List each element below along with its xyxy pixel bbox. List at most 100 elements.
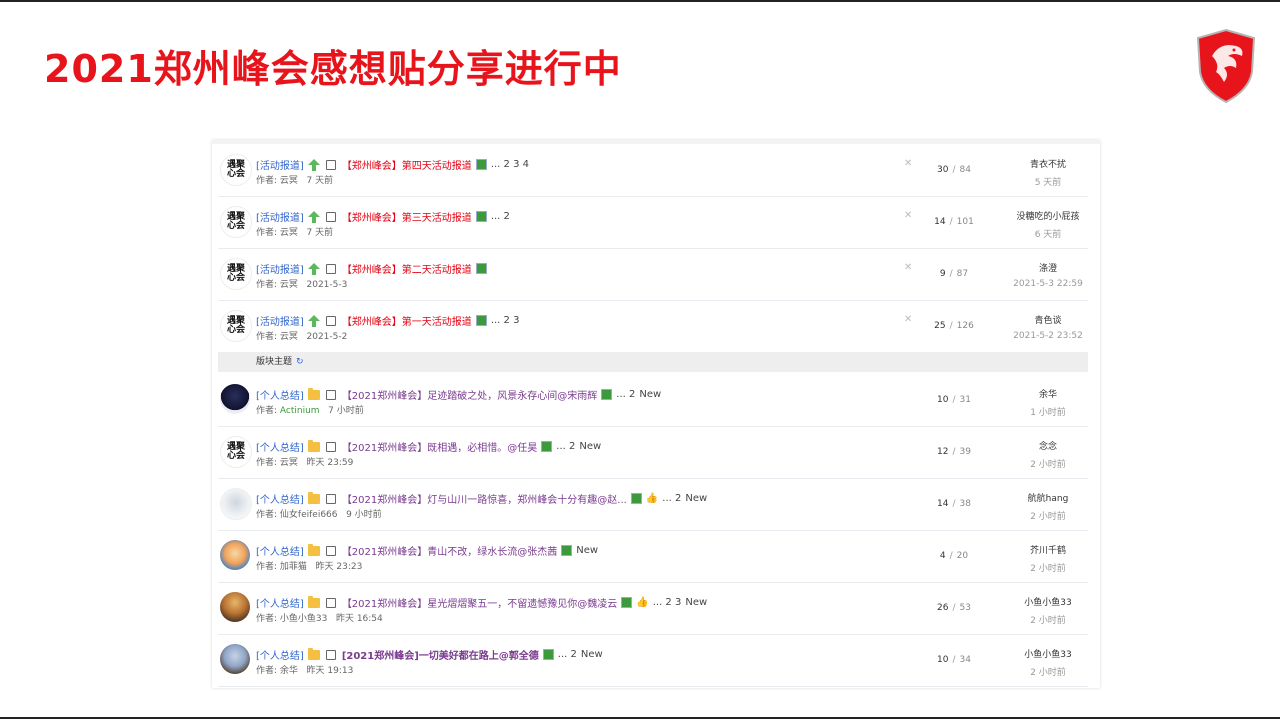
- thread-author[interactable]: 云冥: [280, 458, 298, 468]
- last-post-user[interactable]: 小鱼小鱼33: [1024, 650, 1071, 660]
- thread-row[interactable]: [个人总结] 【2021郑州峰会】青山不改，绿水长流@张杰茜 New 作者: 加…: [218, 530, 1088, 583]
- last-post-time[interactable]: 2 小时前: [998, 561, 1098, 574]
- thread-row[interactable]: 遇聚 心会 [个人总结] 【2021郑州峰会】既相遇，必相惜。@任昊 ... 2 …: [218, 426, 1088, 479]
- thread-title[interactable]: 【2021郑州峰会】青山不改，绿水长流@张杰茜: [342, 543, 557, 558]
- thread-row[interactable]: [个人总结] [2021郑州峰会]一切美好都在路上@郭全德 ... 2 New …: [218, 634, 1088, 687]
- view-count: 31: [959, 395, 971, 405]
- thread-author[interactable]: 作者: 云冥: [256, 280, 298, 290]
- sticky-thread-row[interactable]: 遇聚 心会 [活动报道] 【郑州峰会】第二天活动报道 作者: 云冥 2021-5-…: [218, 248, 1088, 301]
- checkbox[interactable]: [325, 545, 336, 556]
- thread-category[interactable]: [个人总结]: [256, 491, 304, 506]
- avatar[interactable]: 遇聚 心会: [220, 258, 252, 290]
- page-links[interactable]: ... 2: [558, 649, 577, 660]
- avatar[interactable]: 遇聚 心会: [220, 206, 252, 238]
- thread-title[interactable]: [2021郑州峰会]一切美好都在路上@郭全德: [342, 647, 539, 662]
- page-links[interactable]: ... 2 3 4: [491, 159, 529, 170]
- thread-author[interactable]: 加菲猫: [280, 562, 307, 572]
- avatar[interactable]: 遇聚 心会: [220, 436, 252, 468]
- sticky-thread-row[interactable]: 遇聚 心会 [活动报道] 【郑州峰会】第三天活动报道 ... 2 作者: 云冥 7…: [218, 196, 1088, 249]
- last-post-user[interactable]: 没糖吃的小屁孩: [1016, 212, 1079, 222]
- page-links[interactable]: ... 2: [491, 211, 510, 222]
- thread-title[interactable]: 【2021郑州峰会】灯与山川一路惊喜，郑州峰会十分有趣@赵...: [342, 491, 627, 506]
- thread-title[interactable]: 【郑州峰会】第三天活动报道: [342, 209, 472, 224]
- thread-title[interactable]: 【2021郑州峰会】足迹踏破之处，风景永存心间@宋雨辉: [342, 387, 597, 402]
- last-post-time[interactable]: 2 小时前: [998, 665, 1098, 678]
- close-icon[interactable]: ✕: [904, 314, 912, 325]
- thread-title[interactable]: 【郑州峰会】第二天活动报道: [342, 261, 472, 276]
- page-links[interactable]: ... 2 3: [653, 597, 682, 608]
- last-post-user[interactable]: 涤澄: [1039, 264, 1057, 274]
- sticky-thread-row[interactable]: 遇聚 心会 [活动报道] 【郑州峰会】第一天活动报道 ... 2 3 作者: 云冥…: [218, 300, 1088, 353]
- thread-author[interactable]: 作者: 云冥: [256, 228, 298, 238]
- last-post-time[interactable]: 2 小时前: [998, 457, 1098, 470]
- checkbox[interactable]: [325, 649, 336, 660]
- thread-author[interactable]: 余华: [280, 666, 298, 676]
- thread-category[interactable]: [活动报道]: [256, 261, 304, 276]
- reply-count: 4: [939, 551, 946, 561]
- avatar[interactable]: [220, 592, 250, 622]
- avatar[interactable]: [220, 384, 250, 414]
- thread-category[interactable]: [个人总结]: [256, 595, 304, 610]
- thread-category[interactable]: [个人总结]: [256, 387, 304, 402]
- last-post-time[interactable]: 2021-5-3 22:59: [998, 279, 1098, 289]
- avatar[interactable]: 遇聚 心会: [220, 154, 252, 186]
- reply-count: 10: [937, 395, 949, 405]
- last-post-time[interactable]: 2021-5-2 23:52: [998, 331, 1098, 341]
- last-post-user[interactable]: 余华: [1039, 390, 1057, 400]
- close-icon[interactable]: ✕: [904, 158, 912, 169]
- last-post-time[interactable]: 2 小时前: [998, 509, 1098, 522]
- thread-row[interactable]: [个人总结] 【2021郑州峰会】灯与山川一路惊喜，郑州峰会十分有趣@赵... …: [218, 478, 1088, 531]
- thread-category[interactable]: [活动报道]: [256, 313, 304, 328]
- last-post-user[interactable]: 青色谈: [1034, 316, 1061, 326]
- checkbox[interactable]: [325, 493, 336, 504]
- thread-author[interactable]: 作者: 云冥: [256, 332, 298, 342]
- checkbox[interactable]: [325, 211, 336, 222]
- avatar[interactable]: 遇聚 心会: [220, 310, 252, 342]
- checkbox[interactable]: [325, 597, 336, 608]
- thumbs-up-icon: 👍: [645, 493, 659, 504]
- avatar[interactable]: [220, 488, 252, 520]
- checkbox[interactable]: [325, 441, 336, 452]
- last-post-user[interactable]: 念念: [1039, 442, 1057, 452]
- checkbox[interactable]: [325, 389, 336, 400]
- last-post-time[interactable]: 5 天前: [998, 175, 1098, 188]
- refresh-icon[interactable]: ↻: [296, 357, 304, 367]
- thread-author[interactable]: Actinium: [280, 406, 320, 416]
- thread-title[interactable]: 【2021郑州峰会】星光熠熠聚五一，不留遗憾豫见你@魏凌云: [342, 595, 617, 610]
- last-post-time[interactable]: 6 天前: [998, 227, 1098, 240]
- close-icon[interactable]: ✕: [904, 262, 912, 273]
- thread-row[interactable]: [个人总结] 【2021郑州峰会】足迹踏破之处，风景永存心间@宋雨辉 ... 2…: [218, 374, 1088, 427]
- thread-title[interactable]: 【郑州峰会】第四天活动报道: [342, 157, 472, 172]
- bottom-rule: [0, 717, 1280, 719]
- thread-category[interactable]: [活动报道]: [256, 157, 304, 172]
- avatar[interactable]: [220, 540, 250, 570]
- last-post-time[interactable]: 2 小时前: [998, 613, 1098, 626]
- close-icon[interactable]: ✕: [904, 210, 912, 221]
- last-post-user[interactable]: 航航hang: [1028, 494, 1069, 504]
- last-post-time[interactable]: 1 小时前: [998, 405, 1098, 418]
- page-links[interactable]: ... 2: [616, 389, 635, 400]
- thread-author[interactable]: 仙女feifei666: [280, 510, 338, 520]
- last-post-user[interactable]: 小鱼小鱼33: [1024, 598, 1071, 608]
- checkbox[interactable]: [325, 263, 336, 274]
- last-post-user[interactable]: 芥川千鹤: [1030, 546, 1066, 556]
- checkbox[interactable]: [325, 159, 336, 170]
- view-count: 87: [956, 269, 969, 279]
- last-post-user[interactable]: 青衣不扰: [1030, 160, 1066, 170]
- thread-category[interactable]: [个人总结]: [256, 543, 304, 558]
- avatar[interactable]: [220, 644, 250, 674]
- sticky-thread-row[interactable]: 遇聚 心会 [活动报道] 【郑州峰会】第四天活动报道 ... 2 3 4 作者: …: [218, 144, 1088, 197]
- thread-title[interactable]: 【郑州峰会】第一天活动报道: [342, 313, 472, 328]
- thread-row[interactable]: [个人总结] 【2021郑州峰会】星光熠熠聚五一，不留遗憾豫见你@魏凌云 👍 .…: [218, 582, 1088, 635]
- thread-author[interactable]: 小鱼小鱼33: [280, 614, 327, 624]
- page-links[interactable]: ... 2: [662, 493, 681, 504]
- thread-category[interactable]: [活动报道]: [256, 209, 304, 224]
- checkbox[interactable]: [325, 315, 336, 326]
- thread-category[interactable]: [个人总结]: [256, 439, 304, 454]
- thread-category[interactable]: [个人总结]: [256, 647, 304, 662]
- page-links[interactable]: ... 2 3: [491, 315, 520, 326]
- thread-title[interactable]: 【2021郑州峰会】既相遇，必相惜。@任昊: [342, 439, 537, 454]
- folder-icon: [307, 387, 320, 400]
- thread-author[interactable]: 作者: 云冥: [256, 176, 298, 186]
- page-links[interactable]: ... 2: [556, 441, 575, 452]
